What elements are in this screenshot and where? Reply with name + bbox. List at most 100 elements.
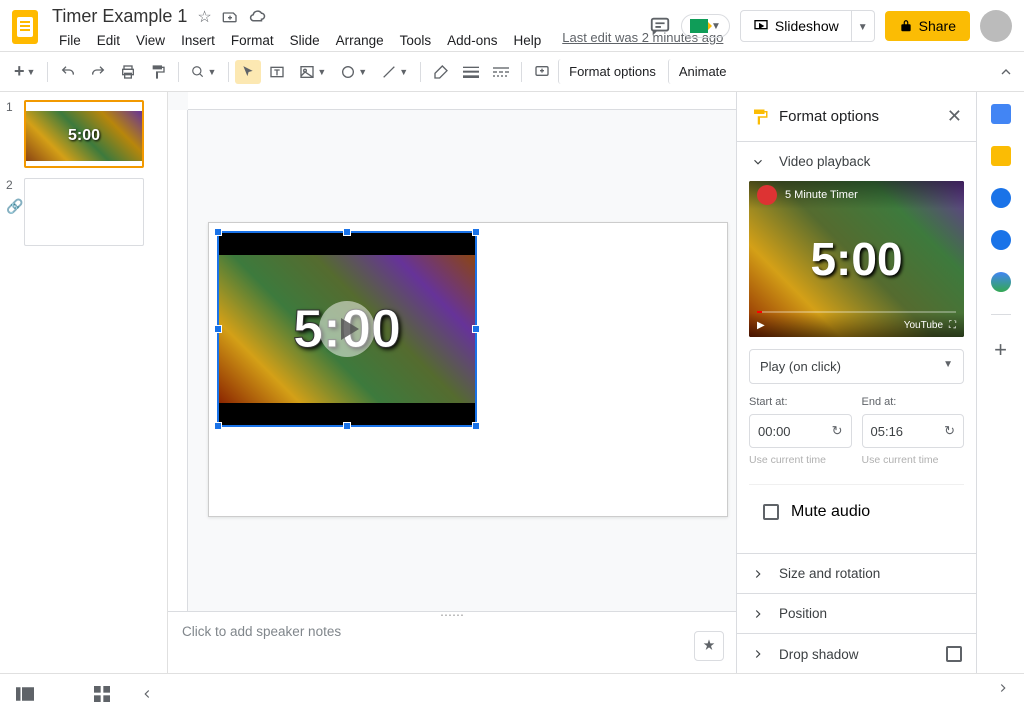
slide-thumb-2[interactable]: 2	[6, 178, 161, 246]
shape-tool[interactable]: ▼	[334, 59, 373, 85]
menu-view[interactable]: View	[129, 30, 172, 51]
menu-format[interactable]: Format	[224, 30, 281, 51]
collapse-toolbar-icon[interactable]	[998, 64, 1014, 80]
start-time-input[interactable]: 00:00 ↻	[749, 414, 852, 448]
document-title[interactable]: Timer Example 1	[52, 6, 187, 27]
resize-handle[interactable]	[472, 228, 480, 236]
select-tool[interactable]	[235, 60, 261, 84]
close-icon[interactable]: ✕	[947, 106, 962, 127]
calendar-icon[interactable]	[991, 104, 1011, 124]
play-icon[interactable]: ▶	[757, 320, 765, 331]
panel-title: Format options	[779, 108, 937, 125]
slides-logo[interactable]	[12, 10, 38, 44]
share-button[interactable]: Share	[885, 11, 970, 41]
menu-insert[interactable]: Insert	[174, 30, 222, 51]
collapse-filmstrip-icon[interactable]	[140, 687, 154, 701]
resize-handle[interactable]	[343, 422, 351, 430]
slide-filmstrip: 1 5:00 🔗 2	[0, 92, 168, 673]
header: Timer Example 1 ☆ File Edit View Insert …	[0, 0, 1024, 52]
keep-icon[interactable]	[991, 146, 1011, 166]
image-tool[interactable]: ▼	[293, 59, 332, 85]
end-time-input[interactable]: 05:16 ↻	[862, 414, 965, 448]
zoom-button[interactable]: ▼	[185, 60, 222, 84]
video-preview[interactable]: 5 Minute Timer 5:00 ▶ YouTube ⛶	[749, 181, 964, 337]
resize-handle[interactable]	[214, 325, 222, 333]
link-icon: 🔗	[6, 198, 23, 215]
format-options-panel: Format options ✕ Video playback 5 Minute…	[736, 92, 976, 673]
resize-handle[interactable]	[214, 228, 222, 236]
video-playback-section[interactable]: Video playback	[737, 142, 976, 181]
cloud-icon[interactable]	[248, 10, 266, 24]
thumb-box	[24, 178, 144, 246]
resize-handle[interactable]	[214, 422, 222, 430]
toolbar: +▼ ▼ ▼ ▼ ▼ Format options Animate	[0, 52, 1024, 92]
menu-file[interactable]: File	[52, 30, 88, 51]
chevron-right-icon	[751, 607, 765, 621]
move-icon[interactable]	[222, 9, 238, 25]
resize-handle[interactable]	[472, 325, 480, 333]
border-weight-button[interactable]	[457, 60, 485, 84]
textbox-tool[interactable]	[263, 59, 291, 85]
menu-addons[interactable]: Add-ons	[440, 30, 504, 51]
paint-format-button[interactable]	[144, 59, 172, 85]
canvas-area[interactable]: 5:00	[168, 92, 736, 611]
meet-icon	[690, 19, 708, 33]
contacts-icon[interactable]	[991, 230, 1011, 250]
meet-button[interactable]: ▼	[681, 14, 730, 38]
menu-tools[interactable]: Tools	[393, 30, 439, 51]
new-slide-button[interactable]: +▼	[8, 56, 41, 87]
menu-slide[interactable]: Slide	[283, 30, 327, 51]
video-object[interactable]: 5:00	[217, 231, 477, 427]
slide-canvas[interactable]: 5:00	[208, 222, 728, 517]
filmstrip-view-icon[interactable]	[16, 687, 34, 701]
refresh-icon[interactable]: ↻	[944, 423, 955, 439]
comments-icon[interactable]	[649, 15, 671, 37]
thumb-box: 5:00	[24, 100, 144, 168]
drop-shadow-checkbox[interactable]	[946, 646, 962, 662]
channel-avatar	[757, 185, 777, 205]
main-area: 1 5:00 🔗 2 5:00	[0, 92, 1024, 673]
drop-shadow-section[interactable]: Drop shadow	[737, 634, 976, 673]
border-dash-button[interactable]	[487, 60, 515, 84]
format-icon	[751, 108, 769, 126]
line-tool[interactable]: ▼	[375, 59, 414, 85]
ruler-horizontal	[188, 92, 736, 110]
tasks-icon[interactable]	[991, 188, 1011, 208]
menu-help[interactable]: Help	[506, 30, 548, 51]
slideshow-dropdown[interactable]: ▼	[852, 10, 875, 42]
user-avatar[interactable]	[980, 10, 1012, 42]
play-mode-select[interactable]: Play (on click) ▼	[749, 349, 964, 384]
mute-audio-row[interactable]: Mute audio	[749, 484, 964, 539]
explore-button[interactable]	[694, 631, 724, 661]
ruler-vertical	[168, 110, 188, 611]
resize-handle[interactable]	[472, 422, 480, 430]
print-button[interactable]	[114, 59, 142, 85]
slideshow-button[interactable]: Slideshow	[740, 10, 852, 42]
side-panel: +	[976, 92, 1024, 673]
border-color-button[interactable]	[427, 59, 455, 85]
grid-view-icon[interactable]	[94, 686, 110, 702]
mute-checkbox[interactable]	[763, 504, 779, 520]
star-icon[interactable]: ☆	[197, 7, 211, 27]
comment-button[interactable]	[528, 59, 556, 85]
fullscreen-icon[interactable]: ⛶	[949, 320, 956, 331]
menu-arrange[interactable]: Arrange	[329, 30, 391, 51]
position-section[interactable]: Position	[737, 594, 976, 633]
redo-button[interactable]	[84, 59, 112, 85]
refresh-icon[interactable]: ↻	[832, 423, 843, 439]
speaker-notes[interactable]: ⋯⋯ Click to add speaker notes	[168, 611, 736, 673]
expand-sidepanel-icon[interactable]	[996, 681, 1010, 695]
notes-resize-handle[interactable]: ⋯⋯	[440, 608, 464, 622]
maps-icon[interactable]	[991, 272, 1011, 292]
format-options-button[interactable]: Format options	[558, 59, 666, 84]
resize-handle[interactable]	[343, 228, 351, 236]
menu-edit[interactable]: Edit	[90, 30, 127, 51]
slide-thumb-1[interactable]: 1 5:00	[6, 100, 161, 168]
undo-button[interactable]	[54, 59, 82, 85]
play-icon[interactable]	[319, 301, 375, 357]
animate-button[interactable]: Animate	[668, 59, 737, 84]
lock-icon	[899, 19, 913, 33]
size-rotation-section[interactable]: Size and rotation	[737, 554, 976, 593]
add-addon-icon[interactable]: +	[994, 337, 1007, 363]
header-right: ▼ Slideshow ▼ Share	[649, 10, 1012, 42]
